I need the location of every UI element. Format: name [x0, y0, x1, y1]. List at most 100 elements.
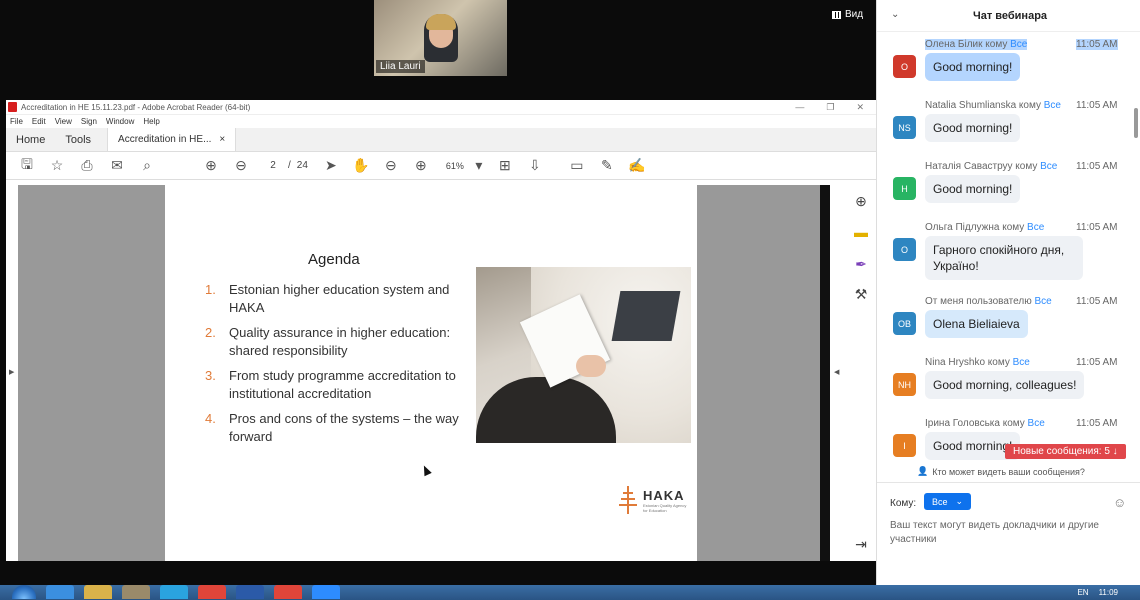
sign-icon[interactable]: ✍: [622, 154, 652, 178]
haka-logo: HAKA Estonian Quality Agency for Educati…: [617, 486, 687, 514]
comment-tool-icon[interactable]: ▬: [852, 223, 870, 241]
logo-brand: HAKA: [643, 487, 685, 503]
zoom-bottom-strip: [0, 561, 876, 585]
chrome-icon-2[interactable]: [274, 585, 302, 599]
who-can-see-link[interactable]: 👤 Кто может видеть ваши сообщения?: [917, 466, 1085, 477]
telegram-icon[interactable]: [160, 585, 188, 599]
avatar: NS: [893, 116, 916, 139]
comment-icon[interactable]: ▭: [562, 154, 592, 178]
tab-home[interactable]: Home: [6, 128, 55, 151]
avatar: О: [893, 55, 916, 78]
to-label: Кому:: [890, 498, 917, 509]
search-icon[interactable]: ⌕: [132, 154, 162, 178]
zoom-video-strip: Liia Lauri Вид: [0, 0, 876, 100]
menu-help[interactable]: Help: [143, 117, 159, 126]
view-button[interactable]: Вид: [832, 9, 863, 20]
chat-input-hint[interactable]: Ваш текст могут видеть докладчики и друг…: [890, 519, 1122, 547]
agenda-list: 1. Estonian higher education system and H…: [205, 281, 465, 453]
minimize-icon[interactable]: —: [795, 102, 804, 113]
emoji-icon[interactable]: ☺: [1113, 495, 1126, 510]
app-icon[interactable]: [122, 585, 150, 599]
fit-page-icon[interactable]: ⊞: [490, 154, 520, 178]
slide-photo: [476, 267, 691, 443]
recipient-dropdown[interactable]: Все ⌄: [924, 493, 972, 510]
chat-scrollbar[interactable]: [1133, 36, 1139, 456]
screen: Liia Lauri Вид Accreditation in HE 15.11…: [0, 0, 1140, 600]
language-indicator[interactable]: EN: [1077, 588, 1088, 597]
exit-panel-icon[interactable]: ⇥: [852, 535, 870, 553]
zoom-icon[interactable]: [312, 585, 340, 599]
fill-sign-icon[interactable]: ✒: [852, 255, 870, 273]
menu-bar: File Edit View Sign Window Help: [6, 115, 876, 128]
zoom-level[interactable]: 61%: [446, 161, 464, 171]
print-icon[interactable]: ⎙: [72, 154, 102, 178]
menu-sign[interactable]: Sign: [81, 117, 97, 126]
collapse-right-icon[interactable]: ◀: [834, 368, 839, 376]
word-icon[interactable]: [236, 585, 264, 599]
message-text: Good morning, colleagues!: [925, 371, 1085, 399]
menu-window[interactable]: Window: [106, 117, 134, 126]
start-button-icon[interactable]: [12, 585, 36, 599]
chat-messages[interactable]: Олена Білик кому Все 11:05 AM О Good mor…: [877, 32, 1133, 462]
avatar: О: [893, 238, 916, 261]
maximize-icon[interactable]: ❐: [826, 102, 834, 113]
document-area: ▶ Agenda 1. Estonian higher education sys…: [6, 185, 876, 561]
left-panel-rail: ▶: [6, 185, 18, 561]
system-tray: EN 11:09: [1077, 585, 1140, 600]
document-tab-label: Accreditation in HE...: [118, 134, 212, 145]
page-separator: /: [288, 160, 291, 171]
page-total: 24: [296, 160, 308, 171]
message-text: Гарного спокійного дня, Україно!: [925, 236, 1083, 280]
avatar: Н: [893, 177, 916, 200]
scroll-thumb[interactable]: [1134, 108, 1138, 138]
chevron-down-icon[interactable]: ▾: [468, 154, 490, 178]
list-item: 4. Pros and cons of the systems – the way…: [205, 411, 459, 444]
window-title: Accreditation in HE 15.11.23.pdf - Adobe…: [21, 102, 251, 112]
hand-icon[interactable]: ✋: [346, 154, 376, 178]
document-viewport[interactable]: Agenda 1. Estonian higher education syste…: [18, 185, 820, 561]
tab-tools[interactable]: Tools: [55, 128, 101, 151]
person-icon: 👤: [917, 466, 929, 476]
menu-edit[interactable]: Edit: [32, 117, 46, 126]
chrome-icon[interactable]: [198, 585, 226, 599]
chevron-down-icon[interactable]: ⌄: [891, 9, 899, 20]
menu-file[interactable]: File: [10, 117, 23, 126]
expand-left-icon[interactable]: ▶: [9, 368, 14, 376]
mouse-cursor-icon: [420, 463, 432, 477]
tab-document[interactable]: Accreditation in HE... ×: [107, 128, 237, 151]
right-tools-rail: ◀ ⊕ ▬ ✒ ⚒ ⇥: [830, 185, 876, 561]
page-number-input[interactable]: 2: [264, 160, 282, 171]
explorer-icon[interactable]: [84, 585, 112, 599]
zoom-in-icon[interactable]: ⊕: [406, 154, 436, 178]
pen-icon[interactable]: ✎: [592, 154, 622, 178]
menu-view[interactable]: View: [55, 117, 72, 126]
message-text: Good morning!: [925, 53, 1021, 81]
acrobat-title-bar: Accreditation in HE 15.11.23.pdf - Adobe…: [6, 100, 876, 115]
window-controls: — ❐ ✕: [795, 102, 876, 113]
clock[interactable]: 11:09: [1099, 588, 1118, 597]
participant-video[interactable]: Liia Lauri: [374, 0, 507, 76]
zoom-out-icon[interactable]: ⊖: [376, 154, 406, 178]
zoom-search-icon[interactable]: ⊕: [852, 192, 870, 210]
webinar-chat-panel: ⌄ Чат вебинара Олена Білик кому Все 11:0…: [876, 0, 1140, 585]
tab-close-icon[interactable]: ×: [219, 134, 225, 145]
divider: [877, 482, 1140, 483]
participant-hair: [426, 14, 456, 30]
mail-icon[interactable]: ✉: [102, 154, 132, 178]
scroll-mode-icon[interactable]: ⇩: [520, 154, 550, 178]
avatar: OB: [893, 312, 916, 335]
page-up-icon[interactable]: ⊕: [196, 154, 226, 178]
star-icon[interactable]: ☆: [42, 154, 72, 178]
windows-taskbar: EN 11:09: [0, 585, 1140, 600]
list-item: 1. Estonian higher education system and H…: [205, 282, 450, 315]
page-navigator: 2 / 24: [264, 160, 308, 171]
view-label: Вид: [845, 9, 864, 20]
more-tools-icon[interactable]: ⚒: [852, 285, 870, 303]
slide-title: Agenda: [308, 251, 360, 268]
close-icon[interactable]: ✕: [856, 102, 864, 113]
ie-icon[interactable]: [46, 585, 74, 599]
page-down-icon[interactable]: ⊖: [226, 154, 256, 178]
new-messages-button[interactable]: Новые сообщения: 5 ↓: [1005, 444, 1126, 459]
select-cursor-icon[interactable]: ➤: [316, 154, 346, 178]
save-icon[interactable]: 🖫: [12, 154, 42, 178]
